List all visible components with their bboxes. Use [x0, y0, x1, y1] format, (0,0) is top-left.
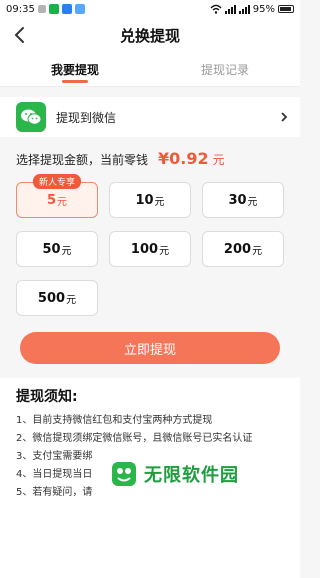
chevron-right-icon [281, 112, 288, 122]
amount-option-unit: 元 [57, 196, 68, 208]
new-user-tag: 新人专享 [32, 174, 82, 189]
app-notification-icon [61, 4, 72, 14]
status-bar-right: 95% [210, 4, 294, 15]
note-item: 2、微信提现须绑定微信账号，且微信账号已实名认证 [16, 433, 253, 444]
amount-option-unit: 元 [247, 196, 258, 208]
notification-icon [37, 5, 46, 13]
amount-option-value: 500 [37, 290, 66, 306]
amount-option-value: 100 [130, 241, 159, 257]
watermark: 无限软件园 [110, 454, 294, 494]
signal-2-icon [238, 4, 250, 14]
wechat-icon [16, 102, 46, 132]
wifi-icon [210, 4, 222, 14]
battery-percent: 95% [252, 3, 275, 15]
tab-withdraw[interactable]: 我要提现 [0, 52, 150, 86]
amount-option-200[interactable]: 200 元 [202, 231, 284, 267]
amount-option-value: 30 [228, 192, 247, 208]
amount-option-100[interactable]: 100 元 [109, 231, 191, 267]
page-title: 兑换提现 [119, 26, 180, 45]
amount-prompt-row: 选择提现金额，当前零钱 ¥0.92 元 [0, 137, 300, 174]
notes-title: 提现须知: [16, 389, 78, 405]
current-balance-unit: 元 [212, 153, 225, 167]
withdraw-to-label: 提现到微信 [56, 110, 117, 125]
amount-option-unit: 元 [252, 245, 263, 257]
status-bar-left: 09:35 [6, 4, 85, 15]
withdraw-now-button[interactable]: 立即提现 [20, 332, 280, 364]
amount-option-unit: 元 [154, 196, 165, 208]
amount-option-unit: 元 [66, 294, 77, 306]
amount-option-value: 5 [46, 192, 57, 208]
note-item: 1、目前支持微信红包和支付宝两种方式提现 [16, 415, 213, 426]
status-bar: 09:35 95% [0, 0, 300, 18]
signal-icon [224, 4, 236, 14]
battery-icon [278, 5, 294, 13]
amount-option-value: 200 [223, 241, 252, 257]
watermark-text: 无限软件园 [144, 465, 239, 486]
image-notification-icon [74, 4, 85, 14]
amount-option-unit: 元 [159, 245, 170, 257]
status-time: 09:35 [6, 3, 35, 15]
wechat-notification-icon [48, 4, 59, 14]
withdraw-to-wechat-row[interactable]: 提现到微信 [0, 97, 300, 137]
amount-option-500[interactable]: 500 元 [16, 280, 98, 316]
amount-options-grid: 新人专享 5元 10 元 30 元 50 元 100 元 200 元 500 元 [0, 174, 300, 316]
tab-withdraw-records[interactable]: 提现记录 [150, 52, 300, 86]
current-balance: ¥0.92 [158, 149, 209, 168]
tab-bar: 我要提现 提现记录 [0, 52, 300, 87]
amount-option-30[interactable]: 30 元 [202, 182, 284, 218]
amount-option-10[interactable]: 10 元 [109, 182, 191, 218]
amount-option-value: 50 [42, 241, 61, 257]
amount-option-unit: 元 [61, 245, 72, 257]
amount-option-5[interactable]: 新人专享 5元 [16, 174, 98, 218]
back-arrow-icon[interactable] [10, 25, 30, 45]
amount-option-50[interactable]: 50 元 [16, 231, 98, 267]
amount-option-value: 10 [135, 192, 154, 208]
header: 兑换提现 [0, 18, 300, 52]
amount-prompt: 选择提现金额，当前零钱 [16, 153, 149, 167]
watermark-logo-icon [112, 462, 136, 486]
